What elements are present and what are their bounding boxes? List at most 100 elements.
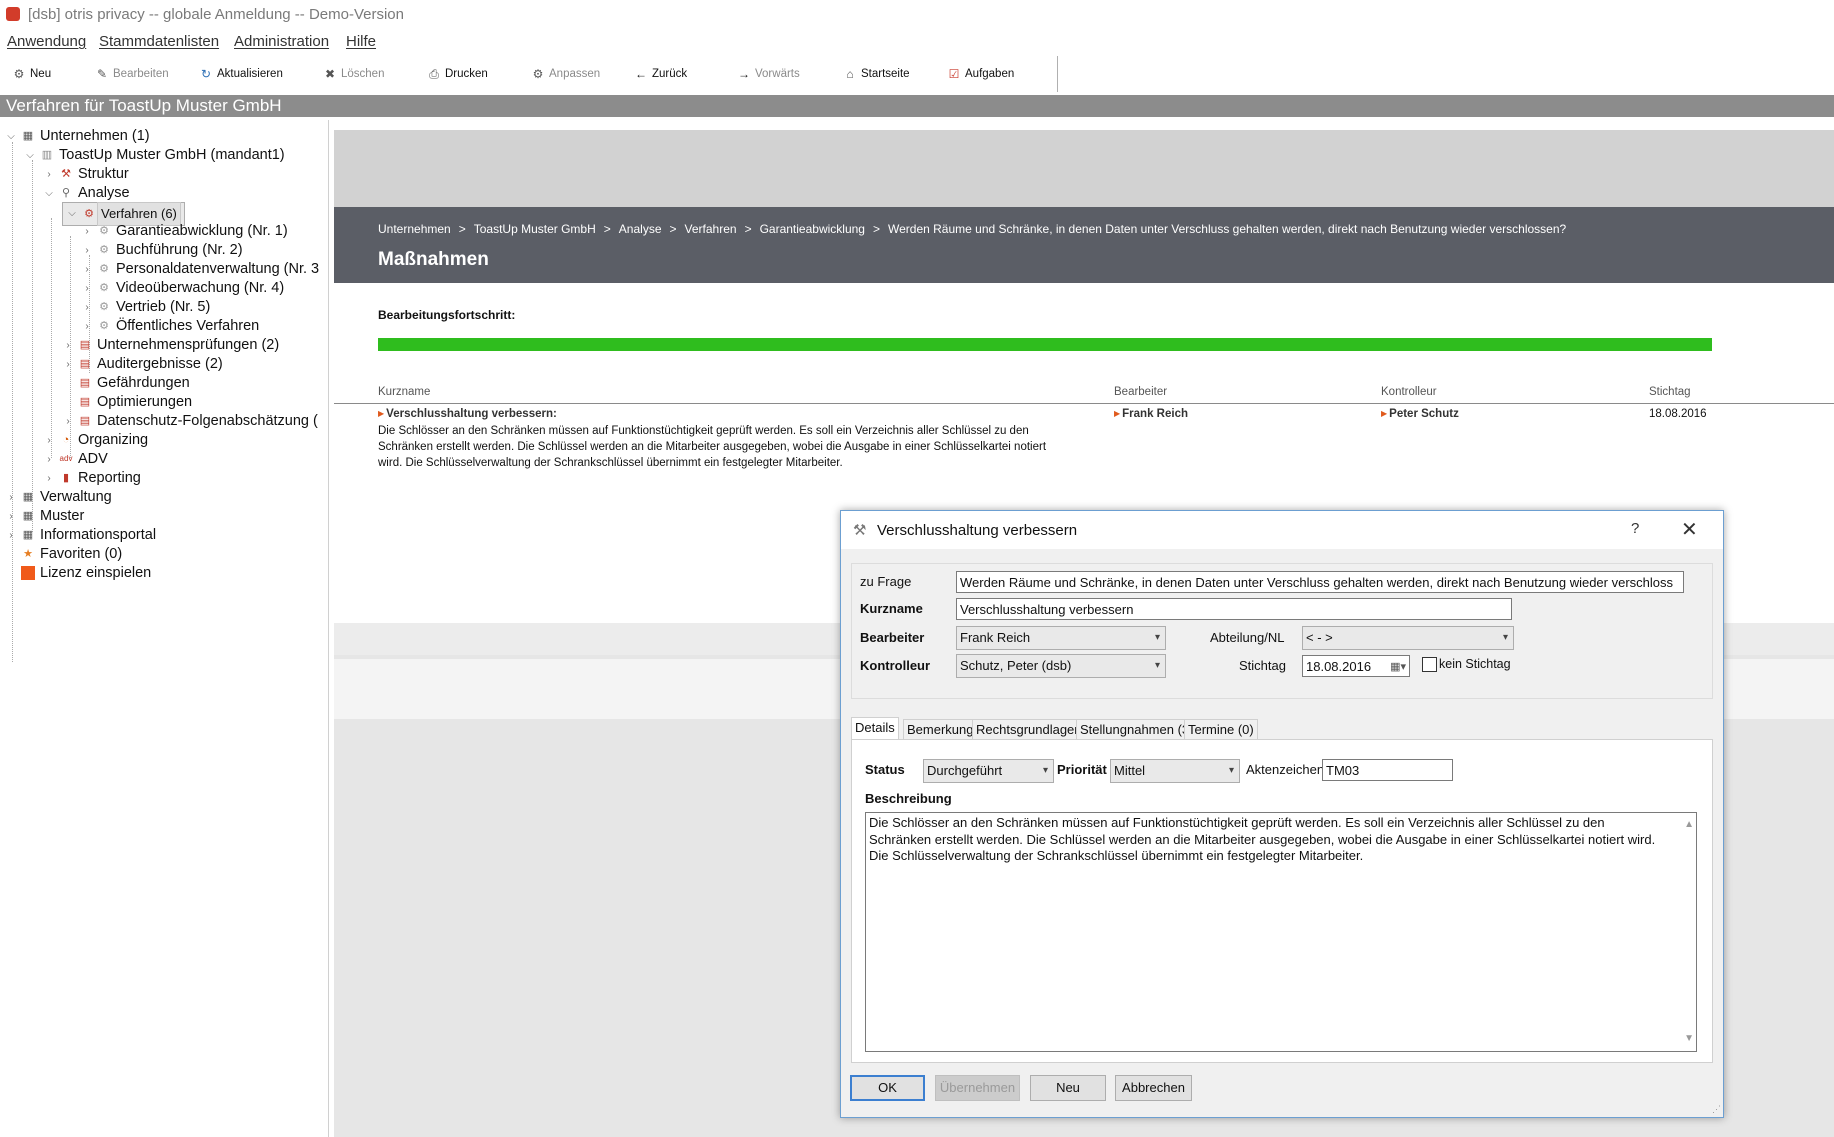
new-button[interactable]: ⚙ Neu (12, 64, 52, 84)
forward-button[interactable]: → Vorwärts (737, 64, 800, 84)
section-header-title: Verfahren für ToastUp Muster GmbH (6, 96, 282, 115)
tree-node-verfahren-5[interactable]: › ⚙ Vertrieb (Nr. 5) (81, 297, 210, 317)
close-icon[interactable]: ✕ (1681, 517, 1698, 542)
tree-node-verwaltung[interactable]: › ▦ Verwaltung (5, 487, 111, 507)
breadcrumb-unternehmen[interactable]: Unternehmen (378, 222, 451, 236)
tab-bemerkung[interactable]: Bemerkung (903, 719, 978, 740)
prioritaet-select[interactable]: Mittel ▾ (1110, 759, 1240, 783)
aktenzeichen-field[interactable]: TM03 (1322, 759, 1453, 781)
tree-node-optimierungen[interactable]: ▤ Optimierungen (62, 392, 192, 412)
chevron-right-icon[interactable]: › (81, 226, 93, 237)
kontrolleur-cell[interactable]: ▶ Peter Schutz (1381, 406, 1459, 423)
tree-node-gefaehrdungen[interactable]: ▤ Gefährdungen (62, 373, 190, 393)
column-header-bearbeiter[interactable]: Bearbeiter (1114, 386, 1167, 398)
scroll-up-icon[interactable]: ▲ (1684, 817, 1694, 834)
kurzname-field[interactable]: Verschlusshaltung verbessern (956, 598, 1512, 620)
measure-title-link[interactable]: Verschlusshaltung verbessern: (386, 408, 557, 420)
chevron-right-icon[interactable]: › (43, 454, 55, 465)
tab-stellungnahmen[interactable]: Stellungnahmen (3) (1076, 719, 1198, 740)
tree-node-auditergebnisse[interactable]: › ▤ Auditergebnisse (2) (62, 354, 222, 374)
tree-node-struktur[interactable]: › ⚒ Struktur (43, 164, 128, 184)
chevron-right-icon[interactable]: › (81, 302, 93, 313)
apply-button[interactable]: Übernehmen (935, 1075, 1020, 1101)
print-button[interactable]: ⎙ Drucken (427, 64, 488, 84)
chevron-right-icon[interactable]: › (5, 492, 17, 503)
tab-details[interactable]: Details (851, 717, 899, 741)
column-header-kontrolleur[interactable]: Kontrolleur (1381, 386, 1437, 398)
tree-node-toastup[interactable]: ⌵ ▥ ToastUp Muster GmbH (mandant1) (24, 145, 284, 165)
bearbeiter-select[interactable]: Frank Reich ▾ (956, 626, 1166, 650)
new-measure-button[interactable]: Neu (1030, 1075, 1106, 1101)
tree-node-muster[interactable]: › ▦ Muster (5, 506, 84, 526)
tree-node-lizenz[interactable]: Lizenz einspielen (5, 563, 151, 583)
breadcrumb-frage[interactable]: Werden Räume und Schränke, in denen Date… (888, 222, 1566, 236)
menu-hilfe[interactable]: Hilfe (346, 33, 376, 50)
tree-node-reporting[interactable]: › ▮ Reporting (43, 468, 141, 488)
tab-rechtsgrundlagen[interactable]: Rechtsgrundlagen (972, 719, 1086, 740)
menu-stammdatenlisten[interactable]: Stammdatenlisten (99, 33, 219, 50)
optimization-icon: ▤ (79, 396, 91, 408)
chevron-right-icon[interactable]: › (81, 283, 93, 294)
tasks-button[interactable]: ☑ Aufgaben (947, 64, 1015, 84)
tree-node-unternehmen[interactable]: ⌵ ▦ Unternehmen (1) (5, 126, 149, 146)
tree-node-verfahren-1[interactable]: › ⚙ Garantieabwicklung (Nr. 1) (81, 221, 287, 241)
chevron-right-icon[interactable]: › (62, 416, 74, 427)
tree-node-analyse[interactable]: ⌵ ⚲ Analyse (43, 183, 129, 203)
breadcrumb-verfahren[interactable]: Verfahren (685, 222, 737, 236)
kein-stichtag-checkbox[interactable] (1422, 657, 1437, 672)
breadcrumb-toastup[interactable]: ToastUp Muster GmbH (474, 222, 596, 236)
tab-termine[interactable]: Termine (0) (1184, 719, 1258, 740)
chevron-down-icon[interactable]: ⌵ (43, 188, 55, 199)
chevron-down-icon[interactable]: ⌵ (5, 131, 17, 142)
column-header-kurzname[interactable]: Kurzname (378, 386, 430, 398)
resize-grip-icon[interactable]: ⋰ (1712, 1104, 1721, 1115)
calendar-dropdown-icon[interactable]: ▦▾ (1390, 656, 1406, 676)
breadcrumb-analyse[interactable]: Analyse (619, 222, 662, 236)
tree-node-verfahren-6[interactable]: › ⚙ Öffentliches Verfahren (81, 316, 259, 336)
chevron-right-icon[interactable]: › (62, 359, 74, 370)
chevron-right-icon[interactable]: › (62, 340, 74, 351)
tree-node-favoriten[interactable]: ★ Favoriten (0) (5, 544, 122, 564)
cancel-button[interactable]: Abbrechen (1115, 1075, 1192, 1101)
tree-node-verfahren-4[interactable]: › ⚙ Videoüberwachung (Nr. 4) (81, 278, 284, 298)
chevron-right-icon[interactable]: › (43, 169, 55, 180)
menu-anwendung[interactable]: Anwendung (7, 33, 86, 50)
bearbeiter-cell[interactable]: ▶ Frank Reich (1114, 406, 1188, 423)
chevron-right-icon[interactable]: › (5, 511, 17, 522)
chevron-right-icon[interactable]: › (81, 245, 93, 256)
zu-frage-field[interactable]: Werden Räume und Schränke, in denen Date… (956, 571, 1684, 593)
customize-button[interactable]: ⚙ Anpassen (531, 64, 601, 84)
chevron-right-icon[interactable]: › (81, 321, 93, 332)
stichtag-date-field[interactable]: 18.08.2016 ▦▾ (1302, 655, 1410, 677)
chevron-right-icon[interactable]: › (81, 264, 93, 275)
refresh-button[interactable]: ↻ Aktualisieren (199, 64, 283, 84)
tree-node-adv[interactable]: › adv ADV (43, 449, 108, 469)
help-button[interactable]: ? (1631, 520, 1639, 537)
beschreibung-textarea[interactable]: Die Schlösser an den Schränken müssen au… (865, 812, 1697, 1052)
chevron-down-icon[interactable]: ⌵ (66, 203, 78, 225)
back-button[interactable]: ← Zurück (634, 64, 687, 84)
chevron-right-icon[interactable]: › (43, 473, 55, 484)
home-button[interactable]: ⌂ Startseite (843, 64, 909, 84)
delete-button[interactable]: ✖ Löschen (323, 64, 385, 84)
column-header-stichtag[interactable]: Stichtag (1649, 386, 1691, 398)
table-row[interactable]: ▶ Verschlusshaltung verbessern: Die Schlö… (378, 406, 1098, 471)
chevron-right-icon[interactable]: › (5, 530, 17, 541)
status-select[interactable]: Durchgeführt ▾ (923, 759, 1054, 783)
chevron-right-icon[interactable]: › (43, 435, 55, 446)
tree-node-verfahren-2[interactable]: › ⚙ Buchführung (Nr. 2) (81, 240, 242, 260)
chevron-down-icon: ▾ (1228, 765, 1234, 776)
tree-node-informationsportal[interactable]: › ▦ Informationsportal (5, 525, 156, 545)
breadcrumb-garantieabwicklung[interactable]: Garantieabwicklung (760, 222, 865, 236)
tree-node-verfahren-3[interactable]: › ⚙ Personaldatenverwaltung (Nr. 3 (81, 259, 319, 279)
ok-button[interactable]: OK (850, 1075, 925, 1101)
scroll-down-icon[interactable]: ▼ (1684, 1031, 1694, 1048)
tree-node-organizing[interactable]: › ◔ Organizing (43, 430, 148, 450)
edit-button[interactable]: ✎ Bearbeiten (95, 64, 169, 84)
kontrolleur-select[interactable]: Schutz, Peter (dsb) ▾ (956, 654, 1166, 678)
menu-administration[interactable]: Administration (234, 33, 329, 50)
tree-node-dsfa[interactable]: › ▤ Datenschutz-Folgenabschätzung ( (62, 411, 318, 431)
tree-node-unternehmenspruefungen[interactable]: › ▤ Unternehmensprüfungen (2) (62, 335, 279, 355)
abteilung-select[interactable]: < - > ▾ (1302, 626, 1514, 650)
chevron-down-icon[interactable]: ⌵ (24, 150, 36, 161)
